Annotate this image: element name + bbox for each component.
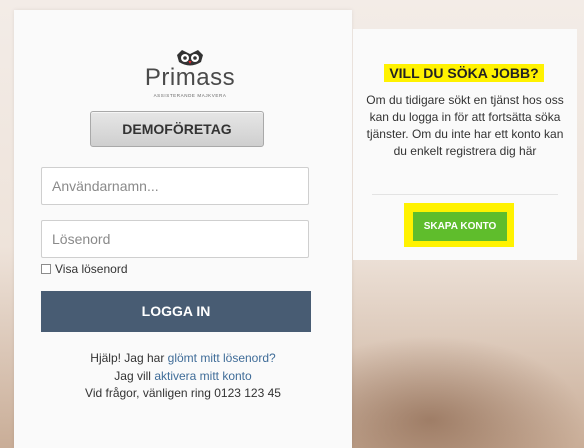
job-title: VILL DU SÖKA JOBB? <box>384 64 544 82</box>
logo-text: Primass <box>144 64 236 91</box>
username-input[interactable] <box>41 167 309 205</box>
primass-logo: Primass ASSISTERANDE MAJKVERA <box>140 48 240 108</box>
activate-account-line: Jag vill aktivera mitt konto <box>14 369 352 383</box>
login-button[interactable]: LOGGA IN <box>41 291 311 332</box>
show-password-toggle[interactable]: Visa lösenord <box>41 262 128 276</box>
create-account-button[interactable]: SKAPA KONTO <box>413 212 507 241</box>
activate-account-link[interactable]: aktivera mitt konto <box>154 369 251 383</box>
login-panel: Primass ASSISTERANDE MAJKVERA DEMOFÖRETA… <box>14 10 352 448</box>
show-password-checkbox[interactable] <box>41 264 51 274</box>
demo-company-button[interactable]: DEMOFÖRETAG <box>90 111 264 147</box>
activate-account-prefix: Jag vill <box>114 369 155 383</box>
logo-subtext: ASSISTERANDE MAJKVERA <box>153 93 227 98</box>
job-panel: VILL DU SÖKA JOBB? Om du tidigare sökt e… <box>353 29 577 260</box>
forgot-password-prefix: Hjälp! Jag har <box>90 351 168 365</box>
divider <box>372 194 558 195</box>
forgot-password-line: Hjälp! Jag har glömt mitt lösenord? <box>14 351 352 365</box>
show-password-label: Visa lösenord <box>55 262 128 276</box>
job-description: Om du tidigare sökt en tjänst hos oss ka… <box>366 93 564 158</box>
contact-info: Vid frågor, vänligen ring 0123 123 45 <box>85 386 281 400</box>
forgot-password-link[interactable]: glömt mitt lösenord? <box>168 351 276 365</box>
password-input[interactable] <box>41 220 309 258</box>
